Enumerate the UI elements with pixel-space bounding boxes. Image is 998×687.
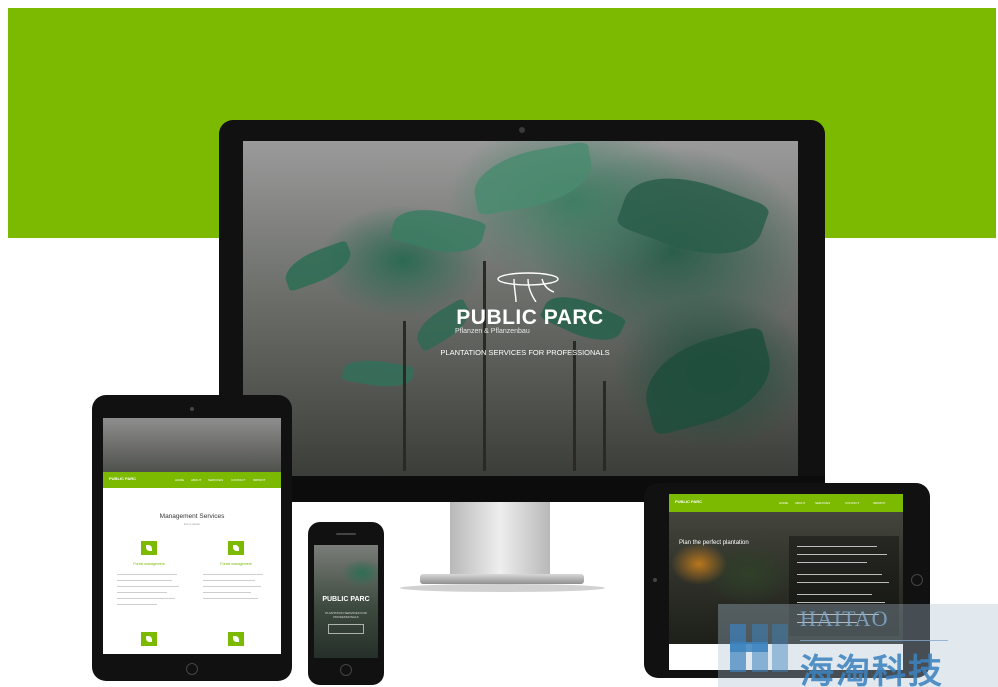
camera-icon	[653, 578, 657, 582]
leaf-icon	[141, 541, 157, 555]
watermark-chinese-text: 海淘科技	[800, 652, 944, 687]
section-subheading: lorem ipsum	[183, 522, 201, 526]
monitor-stand	[450, 502, 550, 578]
nav-item-about[interactable]: ABOUT	[795, 501, 805, 505]
nav-item-contact[interactable]: CONTACT	[231, 478, 245, 482]
phone-cta-button[interactable]	[328, 624, 364, 634]
phone-speaker	[336, 533, 356, 535]
nav-item-imprint[interactable]: IMPRINT	[873, 501, 885, 505]
nav-logo[interactable]: PUBLIC PARC	[109, 476, 136, 481]
nav-item-imprint[interactable]: IMPRINT	[253, 478, 265, 482]
tablet-hero-image	[103, 418, 281, 472]
home-button[interactable]	[340, 664, 352, 676]
nav-item-services[interactable]: SERVICES	[815, 501, 830, 505]
leaf-icon	[228, 632, 244, 646]
phone-brand-title: PUBLIC PARC	[322, 596, 370, 603]
brand-subtitle: Pflanzen & Pflanzenbau	[455, 328, 530, 335]
brand-tagline: PLANTATION SERVICES FOR PROFESSIONALS	[440, 348, 610, 357]
section-heading: Management Services	[159, 513, 225, 520]
camera-icon	[190, 407, 194, 411]
nav-item-services[interactable]: SERVICES	[208, 478, 223, 482]
haitao-logo-icon	[730, 624, 788, 672]
leaf-icon	[141, 632, 157, 646]
nav-logo[interactable]: PUBLIC PARC	[675, 499, 702, 504]
hero-title: Plan the perfect plantation	[679, 540, 749, 546]
tablet-navbar: PUBLIC PARC HOME ABOUT SERVICES CONTACT …	[103, 472, 281, 488]
monitor-foot	[420, 574, 584, 584]
home-button[interactable]	[186, 663, 198, 675]
brand-title: PUBLIC PARC	[456, 306, 604, 329]
tablet-navbar: PUBLIC PARC HOME ABOUT SERVICES CONTACT …	[669, 494, 903, 512]
watermark-rule	[800, 640, 948, 641]
watermark-latin-text: HAITAO	[800, 606, 889, 631]
tablet-portrait-screen: PUBLIC PARC HOME ABOUT SERVICES CONTACT …	[103, 418, 281, 654]
nav-item-contact[interactable]: CONTACT	[845, 501, 859, 505]
column-title: Forest management	[220, 562, 252, 566]
phone-tagline: PLANTATION SERVICES FOR PROFESSIONALS	[325, 611, 367, 619]
nav-item-home[interactable]: HOME	[779, 501, 788, 505]
nav-item-about[interactable]: ABOUT	[191, 478, 201, 482]
leaf-icon	[228, 541, 244, 555]
monitor-shadow	[400, 584, 605, 592]
public-parc-logo-icon	[497, 272, 559, 302]
nav-item-home[interactable]: HOME	[175, 478, 184, 482]
column-title: Forest management	[133, 562, 165, 566]
camera-icon	[519, 127, 525, 133]
home-button[interactable]	[911, 574, 923, 586]
